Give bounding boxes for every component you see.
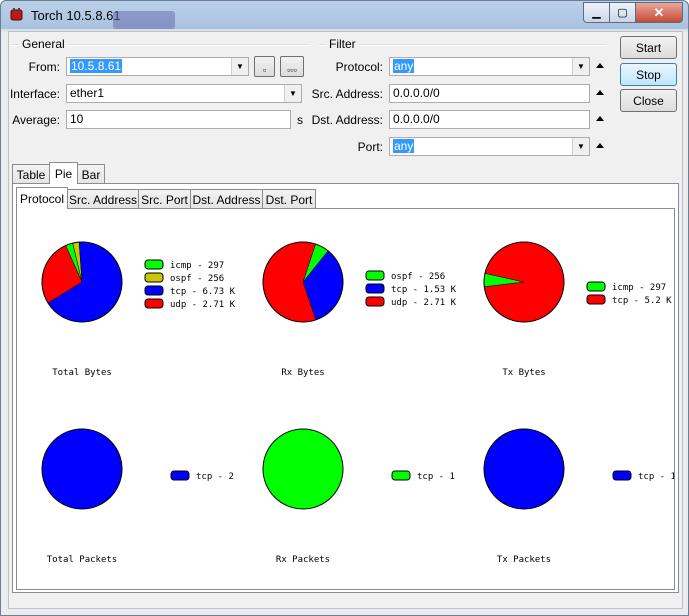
port-dropdown[interactable]: any ▼ [389, 137, 590, 156]
pie-chart: icmp - 297 ospf - 256 tcp - 6.73 K udp - 2.… [41, 241, 236, 378]
maximize-icon: ▢ [617, 7, 628, 19]
title-bar[interactable]: Torch 10.5.8.61 ▁ ▢ ✕ [1, 1, 688, 29]
legend-swatch [612, 470, 632, 481]
tab-dst-address[interactable]: Dst. Address [190, 189, 263, 209]
src-address-up-arrow-icon[interactable] [596, 90, 604, 95]
pie-title: Rx Bytes [281, 368, 324, 378]
legend-swatch [391, 470, 411, 481]
filter-group-line [319, 44, 607, 46]
legend-swatch [365, 283, 385, 294]
pie-charts: icmp - 297 ospf - 256 tcp - 6.73 K udp - 2.… [41, 241, 676, 565]
chevron-down-icon[interactable]: ▼ [231, 58, 248, 75]
torch-window: Torch 10.5.8.61 ▁ ▢ ✕ General From: 10.5… [0, 0, 689, 616]
tab-src-port[interactable]: Src. Port [138, 189, 191, 209]
pie-slice-tcp [262, 428, 344, 510]
port-label: Port: [357, 140, 383, 154]
pie-chart: tcp - 1 Rx Packets [262, 428, 455, 565]
pie-chart: tcp - 1 Tx Packets [483, 428, 676, 565]
window-title: Torch 10.5.8.61 [31, 8, 121, 23]
close-window-button[interactable]: ✕ [635, 2, 683, 23]
dst-address-input[interactable]: 0.0.0.0/0 [389, 110, 590, 129]
src-address-value: 0.0.0.0/0 [393, 86, 440, 100]
legend-label: tcp - 2 [196, 472, 234, 482]
pie-title: Rx Packets [276, 555, 330, 565]
protocol-pie-panel: icmp - 297 ospf - 256 tcp - 6.73 K udp - 2.… [16, 208, 676, 590]
start-button[interactable]: Start [620, 36, 677, 59]
legend-swatch [170, 470, 190, 481]
pie-slice-tcp [41, 428, 123, 510]
tab-pie[interactable]: Pie [49, 162, 78, 184]
maximize-button[interactable]: ▢ [609, 2, 636, 23]
title-blur-decoration [113, 11, 175, 29]
legend-label: tcp - 1 [638, 472, 674, 482]
legend-swatch [365, 296, 385, 307]
dst-address-value: 0.0.0.0/0 [393, 112, 440, 126]
tab-bar[interactable]: Bar [77, 164, 105, 184]
pie-chart: ospf - 256 tcp - 1.53 K udp - 2.71 K Rx Byt… [262, 241, 457, 378]
close-button[interactable]: Close [620, 89, 677, 112]
filter-group-title: Filter [326, 37, 359, 51]
from-single-button[interactable]: ▫ [254, 56, 275, 77]
torch-app-icon [10, 8, 23, 21]
protocol-up-arrow-icon[interactable] [596, 63, 604, 68]
window-client: General From: 10.5.8.61 ▼ ▫ ▫▫▫ Interfac… [8, 31, 683, 609]
tab-table[interactable]: Table [12, 164, 50, 184]
src-address-input[interactable]: 0.0.0.0/0 [389, 84, 590, 103]
port-up-arrow-icon[interactable] [596, 143, 604, 148]
minimize-button[interactable]: ▁ [583, 2, 610, 23]
protocol-value: any [393, 59, 415, 73]
pie-title: Tx Bytes [502, 368, 545, 378]
stop-button[interactable]: Stop [620, 63, 677, 86]
chevron-down-icon[interactable]: ▼ [572, 58, 589, 75]
legend-label: icmp - 297 [170, 261, 224, 271]
legend-swatch [144, 259, 164, 270]
port-value: any [393, 139, 415, 153]
legend-swatch [144, 272, 164, 283]
general-group-title: General [19, 37, 68, 51]
average-input[interactable]: 10 [66, 110, 291, 129]
legend-label: tcp - 5.2 K [612, 296, 672, 306]
interface-dropdown[interactable]: ether1 ▼ [66, 84, 302, 103]
close-icon: ✕ [653, 4, 665, 20]
from-label: From: [28, 60, 60, 74]
tab-dst-port[interactable]: Dst. Port [262, 189, 316, 209]
tab-src-address[interactable]: Src. Address [67, 189, 139, 209]
legend-label: udp - 2.71 K [170, 300, 236, 310]
protocol-dropdown[interactable]: any ▼ [389, 57, 590, 76]
legend-swatch [586, 281, 606, 292]
pie-title: Total Packets [47, 555, 117, 565]
legend-label: udp - 2.71 K [391, 298, 457, 308]
pie-chart: icmp - 297 tcp - 5.2 K Tx Bytes [483, 241, 672, 378]
legend-label: ospf - 256 [170, 274, 224, 284]
minimize-icon: ▁ [592, 7, 601, 19]
average-value: 10 [70, 112, 84, 126]
src-address-label: Src. Address: [311, 87, 383, 101]
dst-address-up-arrow-icon[interactable] [596, 116, 604, 121]
pie-view-panel: Protocol Src. Address Src. Port Dst. Add… [12, 183, 679, 593]
dst-address-label: Dst. Address: [311, 113, 383, 127]
legend-label: ospf - 256 [391, 272, 445, 282]
pie-title: Tx Packets [497, 555, 551, 565]
legend-label: icmp - 297 [612, 283, 666, 293]
average-label: Average: [12, 113, 60, 127]
interface-value: ether1 [70, 86, 105, 100]
from-value: 10.5.8.61 [70, 59, 123, 73]
legend-label: tcp - 1.53 K [391, 285, 457, 295]
tab-protocol[interactable]: Protocol [16, 187, 68, 209]
legend-label: tcp - 1 [417, 472, 455, 482]
pie-title: Total Bytes [52, 368, 112, 378]
legend-swatch [144, 298, 164, 309]
from-dropdown[interactable]: 10.5.8.61 ▼ [66, 57, 249, 76]
chevron-down-icon[interactable]: ▼ [572, 138, 589, 155]
pie-chart: tcp - 2 Total Packets [41, 428, 234, 565]
legend-swatch [586, 294, 606, 305]
pie-slice-tcp [483, 428, 565, 510]
protocol-label: Protocol: [335, 60, 383, 74]
legend-swatch [365, 270, 385, 281]
legend-swatch [144, 285, 164, 296]
legend-label: tcp - 6.73 K [170, 287, 236, 297]
interface-label: Interface: [9, 87, 60, 101]
